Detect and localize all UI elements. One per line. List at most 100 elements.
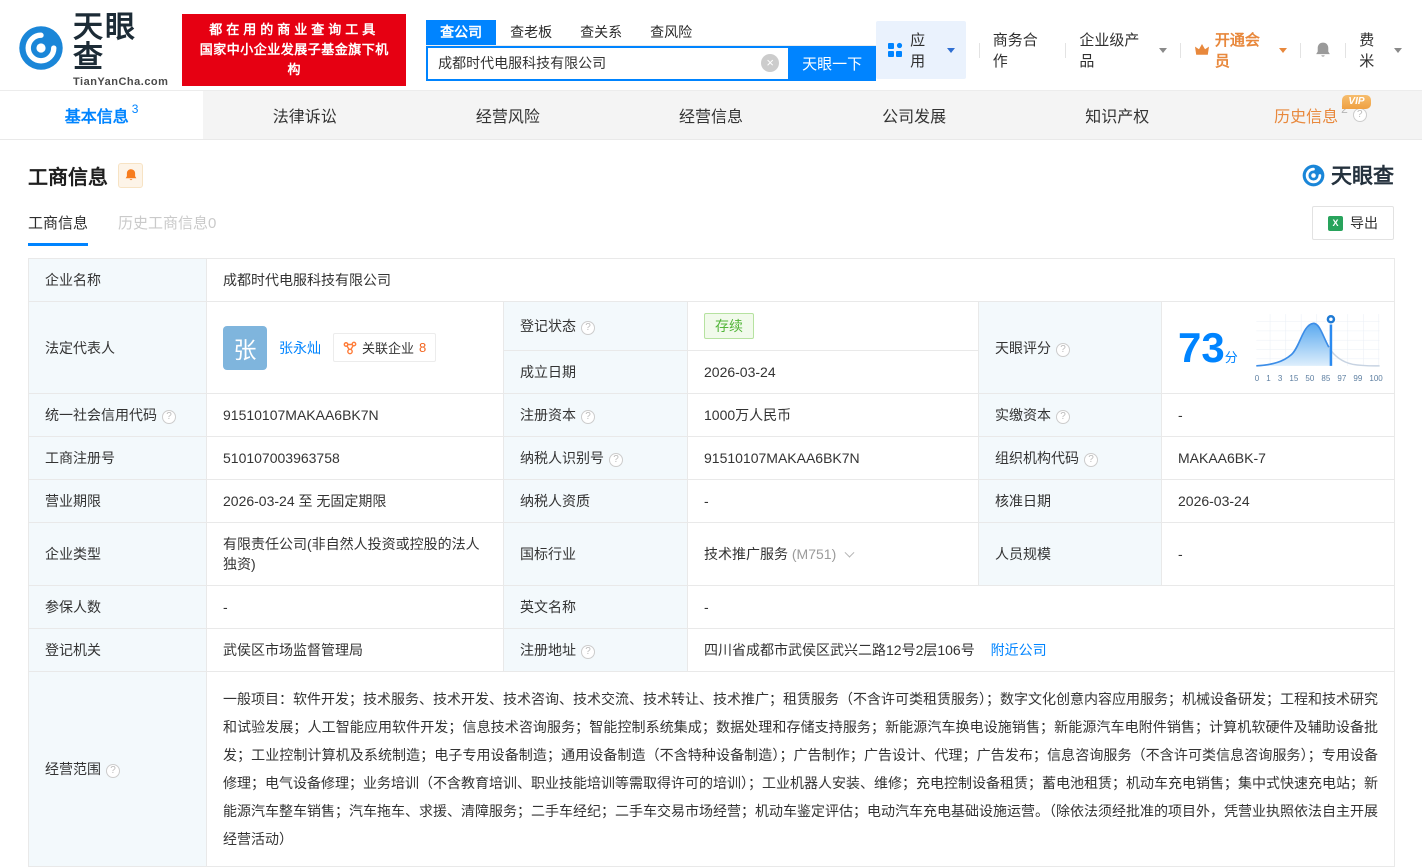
approval-date-value: 2026-03-24 xyxy=(1160,479,1396,523)
company-nav-tabs: 基本信息 3 法律诉讼 经营风险 经营信息 公司发展 知识产权 历史信息 2 ?… xyxy=(0,90,1422,140)
field-label: 成立日期 xyxy=(503,350,688,394)
nearby-companies-link[interactable]: 附近公司 xyxy=(991,642,1047,658)
export-button[interactable]: X 导出 xyxy=(1312,206,1394,240)
tab-history-info[interactable]: 历史信息 2 ? VIP xyxy=(1219,91,1422,139)
table-row: 营业期限 2026-03-24 至 无固定期限 纳税人资质 - 核准日期 202… xyxy=(28,479,1396,523)
promo-banner: 都在用的商业查询工具 国家中小企业发展子基金旗下机构 xyxy=(182,14,407,86)
chevron-down-icon[interactable] xyxy=(844,547,855,558)
field-label: 天眼评分? xyxy=(978,301,1162,394)
legal-rep-avatar[interactable]: 张 xyxy=(223,325,267,370)
table-row: 登记机关 武侯区市场监督管理局 注册地址? 四川省成都市武侯区武兴二路12号2层… xyxy=(28,628,1396,672)
field-label: 经营范围? xyxy=(28,671,207,867)
subtab-history-business-info[interactable]: 历史工商信息0 xyxy=(118,212,216,246)
watermark-text: 天眼查 xyxy=(1331,165,1394,188)
promo-line1: 都在用的商业查询工具 xyxy=(209,22,380,37)
open-vip-menu[interactable]: 开通会员 xyxy=(1194,29,1288,71)
enterprise-products-label: 企业级产品 xyxy=(1079,32,1140,70)
business-scope-cell: 一般项目：软件开发；技术服务、技术开发、技术咨询、技术交流、技术转让、技术推广；… xyxy=(205,671,1396,867)
reg-status-cell: 存续 xyxy=(687,301,979,351)
tianyancha-logo[interactable]: 天眼查 TianYanCha.com xyxy=(18,10,168,88)
help-icon[interactable]: ? xyxy=(1056,342,1070,357)
score-cell: 73分 0 1 3 15 50 85 97 99 100 xyxy=(1160,301,1396,394)
help-icon[interactable]: ? xyxy=(1352,108,1367,122)
divider xyxy=(1300,42,1302,58)
help-icon[interactable]: ? xyxy=(581,645,595,659)
help-icon[interactable]: ? xyxy=(609,453,623,467)
field-label: 纳税人资质 xyxy=(503,479,688,523)
header-menu: 应用 商务合作 企业级产品 开通会员 费米 xyxy=(876,21,1403,79)
business-coop-link[interactable]: 商务合作 xyxy=(993,29,1053,71)
english-name-value: - xyxy=(686,585,1396,629)
field-label: 企业类型 xyxy=(28,522,207,586)
subtab-business-info[interactable]: 工商信息 xyxy=(28,212,89,246)
search-tab-boss[interactable]: 查老板 xyxy=(496,20,566,45)
tab-basic-info-count: 3 xyxy=(131,102,139,116)
user-account-menu[interactable]: 费米 xyxy=(1359,29,1403,71)
help-icon[interactable]: ? xyxy=(1056,410,1070,424)
reg-address-value: 四川省成都市武侯区武兴二路12号2层106号 xyxy=(704,642,975,658)
notifications-button[interactable] xyxy=(1314,41,1332,59)
bell-icon xyxy=(125,169,136,181)
field-label: 国标行业 xyxy=(503,522,688,586)
industry-code: (M751) xyxy=(791,546,837,562)
search-button[interactable]: 天眼一下 xyxy=(788,45,877,81)
business-term-value: 2026-03-24 至 无固定期限 xyxy=(206,479,504,523)
field-label: 核准日期 xyxy=(978,479,1162,523)
tab-operation-risk[interactable]: 经营风险 xyxy=(406,91,609,139)
field-label: 注册资本? xyxy=(503,393,688,437)
tab-history-info-label: 历史信息 xyxy=(1274,109,1339,126)
establish-date-value: 2026-03-24 xyxy=(687,350,979,394)
apps-menu-label: 应用 xyxy=(910,32,926,70)
search-tab-company[interactable]: 查公司 xyxy=(426,19,497,45)
apps-menu[interactable]: 应用 xyxy=(876,21,966,79)
caret-down-icon xyxy=(946,48,955,57)
tab-company-development-label: 公司发展 xyxy=(882,109,947,126)
reg-authority-value: 武侯区市场监督管理局 xyxy=(206,628,504,672)
subscribe-bell-button[interactable] xyxy=(118,162,143,188)
logo-text: 天眼查 xyxy=(73,10,137,74)
tab-intellectual-property-label: 知识产权 xyxy=(1085,109,1150,126)
page-header: 天眼查 TianYanCha.com 都在用的商业查询工具 国家中小企业发展子基… xyxy=(0,0,1422,90)
network-icon xyxy=(343,341,357,354)
search-tab-risk[interactable]: 查风险 xyxy=(636,20,706,45)
credit-code-value: 91510107MAKAA6BK7N xyxy=(206,393,504,437)
company-name-value: 成都时代电服科技有限公司 xyxy=(205,258,1396,302)
enterprise-products-menu[interactable]: 企业级产品 xyxy=(1079,29,1167,71)
status-badge: 存续 xyxy=(704,313,754,339)
tab-intellectual-property[interactable]: 知识产权 xyxy=(1016,91,1219,139)
field-label: 企业名称 xyxy=(28,258,207,302)
section-title: 工商信息 xyxy=(28,166,108,189)
score-distribution-chart: 0 1 3 15 50 85 97 99 100 xyxy=(1254,312,1384,383)
business-scope-value: 一般项目：软件开发；技术服务、技术开发、技术咨询、技术交流、技术转让、技术推广；… xyxy=(223,691,1379,847)
help-icon[interactable]: ? xyxy=(1084,453,1098,467)
tianyancha-watermark-icon xyxy=(1302,164,1325,186)
table-row: 参保人数 - 英文名称 - xyxy=(28,585,1396,629)
legal-rep-name-link[interactable]: 张永灿 xyxy=(279,338,321,358)
tab-basic-info[interactable]: 基本信息 3 xyxy=(0,91,204,139)
search-input[interactable] xyxy=(426,45,789,81)
reg-address-cell: 四川省成都市武侯区武兴二路12号2层106号 附近公司 xyxy=(686,628,1396,672)
promo-line2: 国家中小企业发展子基金旗下机构 xyxy=(199,42,389,77)
help-icon[interactable]: ? xyxy=(581,410,595,424)
field-label: 纳税人识别号? xyxy=(503,436,688,480)
tab-legal-litigation[interactable]: 法律诉讼 xyxy=(203,91,406,139)
field-label: 工商注册号 xyxy=(28,436,207,480)
taxpayer-id-value: 91510107MAKAA6BK7N xyxy=(687,436,979,480)
search-area: 查公司 查老板 查关系 查风险 × 天眼一下 xyxy=(426,19,877,81)
related-companies-badge[interactable]: 关联企业 8 xyxy=(333,333,437,362)
divider xyxy=(1065,42,1067,58)
tab-operation-info[interactable]: 经营信息 xyxy=(609,91,812,139)
help-icon[interactable]: ? xyxy=(581,321,595,335)
help-icon[interactable]: ? xyxy=(106,764,120,778)
subtab-row: 工商信息 历史工商信息0 X 导出 xyxy=(0,190,1422,246)
vip-badge: VIP xyxy=(1342,95,1371,109)
clear-input-icon[interactable]: × xyxy=(761,53,780,72)
score-value: 73 xyxy=(1178,323,1225,371)
industry-value: 技术推广服务 xyxy=(704,546,788,562)
field-label: 营业期限 xyxy=(28,479,207,523)
search-tab-relation[interactable]: 查关系 xyxy=(566,20,636,45)
divider xyxy=(978,42,980,58)
legal-rep-cell: 张 张永灿 关联企业 8 xyxy=(206,301,504,394)
help-icon[interactable]: ? xyxy=(162,410,176,424)
tab-company-development[interactable]: 公司发展 xyxy=(813,91,1016,139)
